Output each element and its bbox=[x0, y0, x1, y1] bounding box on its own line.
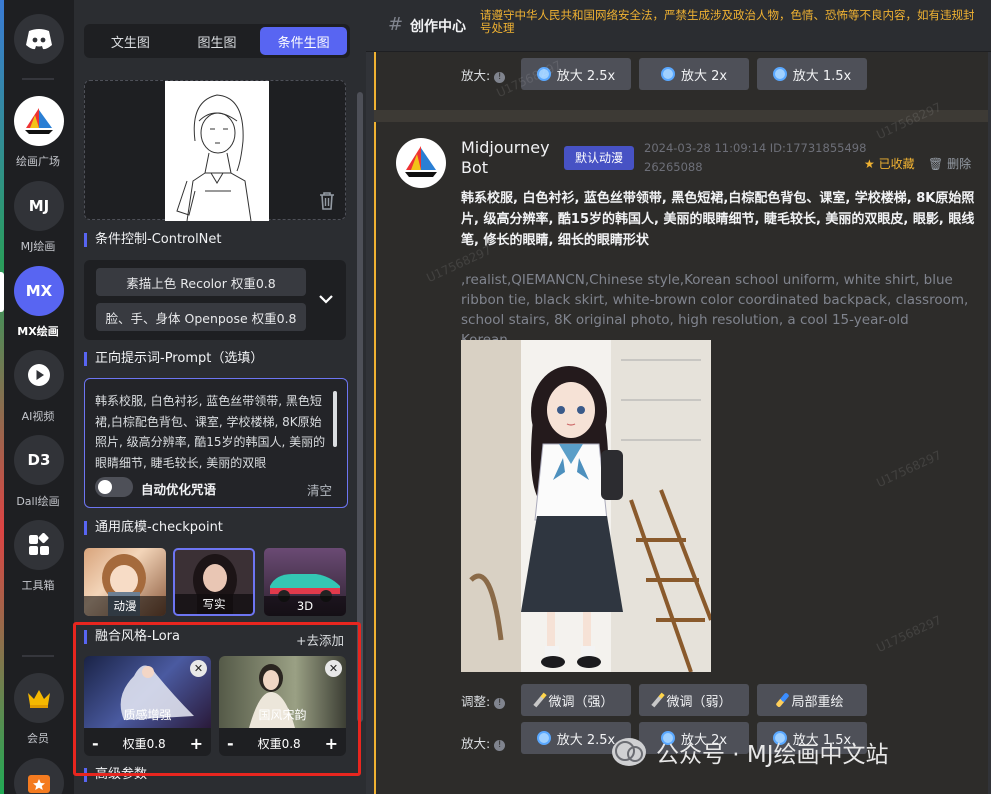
controlnet-item-openpose[interactable]: 脸、手、身体 Openpose 权重0.8 bbox=[96, 303, 306, 331]
adjust-label: 调整:! bbox=[461, 691, 506, 710]
wechat-watermark-text: 公众号 · MJ绘画中文站 bbox=[656, 742, 889, 768]
message-card-previous: 放大:! 放大 2.5x 放大 2x 放大 1.5x bbox=[376, 52, 988, 110]
delete-button[interactable]: 🗑 删除 bbox=[928, 155, 971, 172]
checkpoint-anime[interactable]: 动漫 bbox=[84, 548, 166, 616]
nav-gallery-label: 绘画广场 bbox=[16, 155, 60, 168]
controlnet-item-recolor[interactable]: 素描上色 Recolor 权重0.8 bbox=[96, 268, 306, 296]
checkpoint-title: 通用底模-checkpoint bbox=[84, 521, 223, 535]
checkpoint-3d[interactable]: 3D bbox=[264, 548, 346, 616]
trash-icon: 🗑 bbox=[928, 157, 944, 171]
reference-sketch-image bbox=[165, 81, 269, 221]
info-icon: ! bbox=[494, 698, 506, 709]
nav-dall-button[interactable]: D3 bbox=[14, 435, 64, 485]
channel-warning: 请遵守中华人民共和国网络安全法，严禁生成涉及政治人物，色情、恐怖等不良内容，如有… bbox=[480, 8, 975, 35]
prompt-scrollbar[interactable] bbox=[333, 391, 337, 447]
nav-mj-icon-text: MJ bbox=[28, 197, 50, 215]
tab-conditional[interactable]: 条件生图 bbox=[260, 27, 348, 55]
upscale-1-5x-button-prev[interactable]: 放大 1.5x bbox=[757, 58, 867, 90]
grid-icon bbox=[29, 533, 49, 555]
store-icon bbox=[28, 775, 50, 793]
message-meta: 2024-03-28 11:09:14 ID:17731855498 26265… bbox=[644, 141, 867, 174]
sidebar-edge bbox=[0, 0, 4, 794]
checkpoint-realistic[interactable]: 写实 bbox=[173, 548, 255, 616]
wechat-icon bbox=[612, 738, 646, 766]
channel-title: 创作中心 bbox=[410, 19, 466, 35]
discord-home-button[interactable] bbox=[14, 14, 64, 64]
nav-mj-label: MJ绘画 bbox=[20, 240, 56, 253]
upscale-2x-button-prev[interactable]: 放大 2x bbox=[639, 58, 749, 90]
clear-button[interactable]: 清空 bbox=[307, 480, 332, 499]
play-icon bbox=[28, 364, 50, 386]
channel-header: # 创作中心 请遵守中华人民共和国网络安全法，严禁生成涉及政治人物，色情、恐怖等… bbox=[366, 0, 991, 52]
nav-tools-button[interactable] bbox=[14, 520, 64, 570]
bot-avatar[interactable] bbox=[396, 138, 446, 188]
nav-tools-label: 工具箱 bbox=[21, 579, 55, 592]
prompt-text[interactable]: 韩系校服, 白色衬衫, 蓝色丝带领带, 黑色短裙,白棕配色背包、课室, 学校楼梯… bbox=[95, 391, 333, 473]
sailboat-icon bbox=[405, 146, 437, 177]
generated-image[interactable] bbox=[461, 340, 711, 672]
message-feed: 放大:! 放大 2.5x 放大 2x 放大 1.5x Midjourney Bo… bbox=[374, 52, 988, 794]
nav-mx-label: MX绘画 bbox=[17, 325, 59, 338]
nav-vip-button[interactable] bbox=[14, 673, 64, 723]
tab-text-to-image[interactable]: 文生图 bbox=[87, 27, 174, 55]
vary-subtle-button[interactable]: 微调（弱） bbox=[639, 684, 749, 716]
style-badge: 默认动漫 bbox=[564, 146, 634, 170]
controlnet-box: 素描上色 Recolor 权重0.8 脸、手、身体 Openpose 权重0.8 bbox=[84, 260, 346, 340]
nav-dall-label: Dall绘画 bbox=[16, 495, 60, 508]
paintbrush-icon bbox=[775, 692, 791, 708]
hash-icon: # bbox=[388, 14, 404, 35]
nav-extra-button[interactable] bbox=[14, 758, 64, 794]
nav-dall-icon-text: D3 bbox=[27, 451, 51, 469]
info-icon: ! bbox=[494, 72, 506, 83]
magnifier-icon bbox=[536, 731, 551, 745]
checkpoint-realistic-label: 写实 bbox=[175, 594, 253, 614]
nav-video-button[interactable] bbox=[14, 350, 64, 400]
prompt-textarea[interactable]: 韩系校服, 白色衬衫, 蓝色丝带领带, 黑色短裙,白棕配色背包、课室, 学校楼梯… bbox=[84, 378, 348, 508]
trash-icon[interactable] bbox=[319, 192, 335, 210]
vary-strong-button[interactable]: 微调（强） bbox=[521, 684, 631, 716]
nav-gallery-button[interactable] bbox=[14, 96, 64, 146]
discord-icon bbox=[26, 29, 52, 50]
upscale-label-prev: 放大:! bbox=[461, 65, 506, 84]
inpaint-button[interactable]: 局部重绘 bbox=[757, 684, 867, 716]
bot-name[interactable]: Midjourney Bot bbox=[461, 138, 561, 178]
app-sidebar: 绘画广场 MJ MJ绘画 MX MX绘画 AI视频 D3 Dall绘画 工具箱 … bbox=[0, 0, 74, 794]
prompt-english: ,realist,QIEMANCN,Chinese style,Korean s… bbox=[461, 272, 969, 348]
sailboat-icon bbox=[25, 108, 53, 134]
reference-image-upload[interactable] bbox=[84, 80, 346, 221]
prompt-chinese: 韩系校服, 白色衬衫, 蓝色丝带领带, 黑色短裙,白棕配色背包、课室, 学校楼梯… bbox=[461, 191, 975, 248]
auto-optimize-toggle[interactable] bbox=[95, 477, 133, 497]
message-card: Midjourney Bot 默认动漫 2024-03-28 11:09:14 … bbox=[376, 122, 988, 794]
magnifier-icon bbox=[660, 67, 675, 81]
nav-mj-button[interactable]: MJ bbox=[14, 181, 64, 231]
checkpoint-3d-label: 3D bbox=[264, 596, 346, 616]
magnifier-icon bbox=[772, 67, 787, 81]
nav-vip-label: 会员 bbox=[27, 732, 49, 745]
sidebar-divider bbox=[22, 78, 54, 80]
active-indicator bbox=[0, 272, 4, 312]
auto-optimize-label: 自动优化咒语 bbox=[141, 482, 217, 497]
crown-icon bbox=[28, 690, 50, 708]
chevron-down-icon[interactable] bbox=[318, 293, 334, 305]
mode-tabs: 文生图 图生图 条件生图 bbox=[84, 24, 350, 58]
favorite-button[interactable]: ★ 已收藏 bbox=[864, 155, 915, 172]
prompt-title: 正向提示词-Prompt（选填） bbox=[84, 352, 263, 366]
creation-center: # 创作中心 请遵守中华人民共和国网络安全法，严禁生成涉及政治人物，色情、恐怖等… bbox=[366, 0, 991, 794]
magic-wand-icon bbox=[533, 692, 548, 708]
wechat-watermark: 公众号 · MJ绘画中文站 bbox=[612, 731, 972, 773]
star-icon: ★ bbox=[864, 157, 875, 171]
highlight-box bbox=[73, 622, 361, 776]
nav-mx-button[interactable]: MX bbox=[14, 266, 64, 316]
checkpoint-anime-label: 动漫 bbox=[84, 596, 166, 616]
upscale-label: 放大:! bbox=[461, 733, 506, 752]
nav-video-label: AI视频 bbox=[21, 410, 55, 423]
magic-wand-icon bbox=[651, 692, 666, 708]
info-icon: ! bbox=[494, 740, 506, 751]
sidebar-divider-bottom bbox=[22, 655, 54, 657]
tab-image-to-image[interactable]: 图生图 bbox=[174, 27, 261, 55]
nav-mx-icon-text: MX bbox=[25, 282, 53, 300]
controlnet-title: 条件控制-ControlNet bbox=[84, 233, 222, 247]
